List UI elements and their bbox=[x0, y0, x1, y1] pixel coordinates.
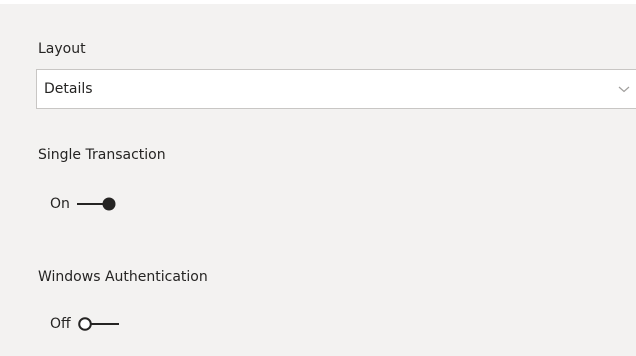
windows-authentication-state: Off bbox=[50, 316, 71, 332]
toggle-off-icon bbox=[77, 317, 119, 331]
single-transaction-toggle[interactable]: On bbox=[50, 194, 120, 214]
single-transaction-state: On bbox=[50, 196, 70, 212]
settings-pane: Layout Details Single Transaction On Win… bbox=[0, 0, 636, 356]
layout-label: Layout bbox=[38, 41, 86, 57]
windows-authentication-toggle[interactable]: Off bbox=[50, 314, 121, 334]
chevron-down-icon bbox=[618, 86, 630, 93]
top-divider bbox=[0, 0, 636, 4]
layout-selected-value: Details bbox=[44, 81, 93, 97]
layout-dropdown[interactable]: Details bbox=[36, 69, 636, 109]
toggle-on-icon bbox=[76, 197, 116, 211]
windows-authentication-label: Windows Authentication bbox=[38, 269, 208, 285]
single-transaction-label: Single Transaction bbox=[38, 147, 166, 163]
